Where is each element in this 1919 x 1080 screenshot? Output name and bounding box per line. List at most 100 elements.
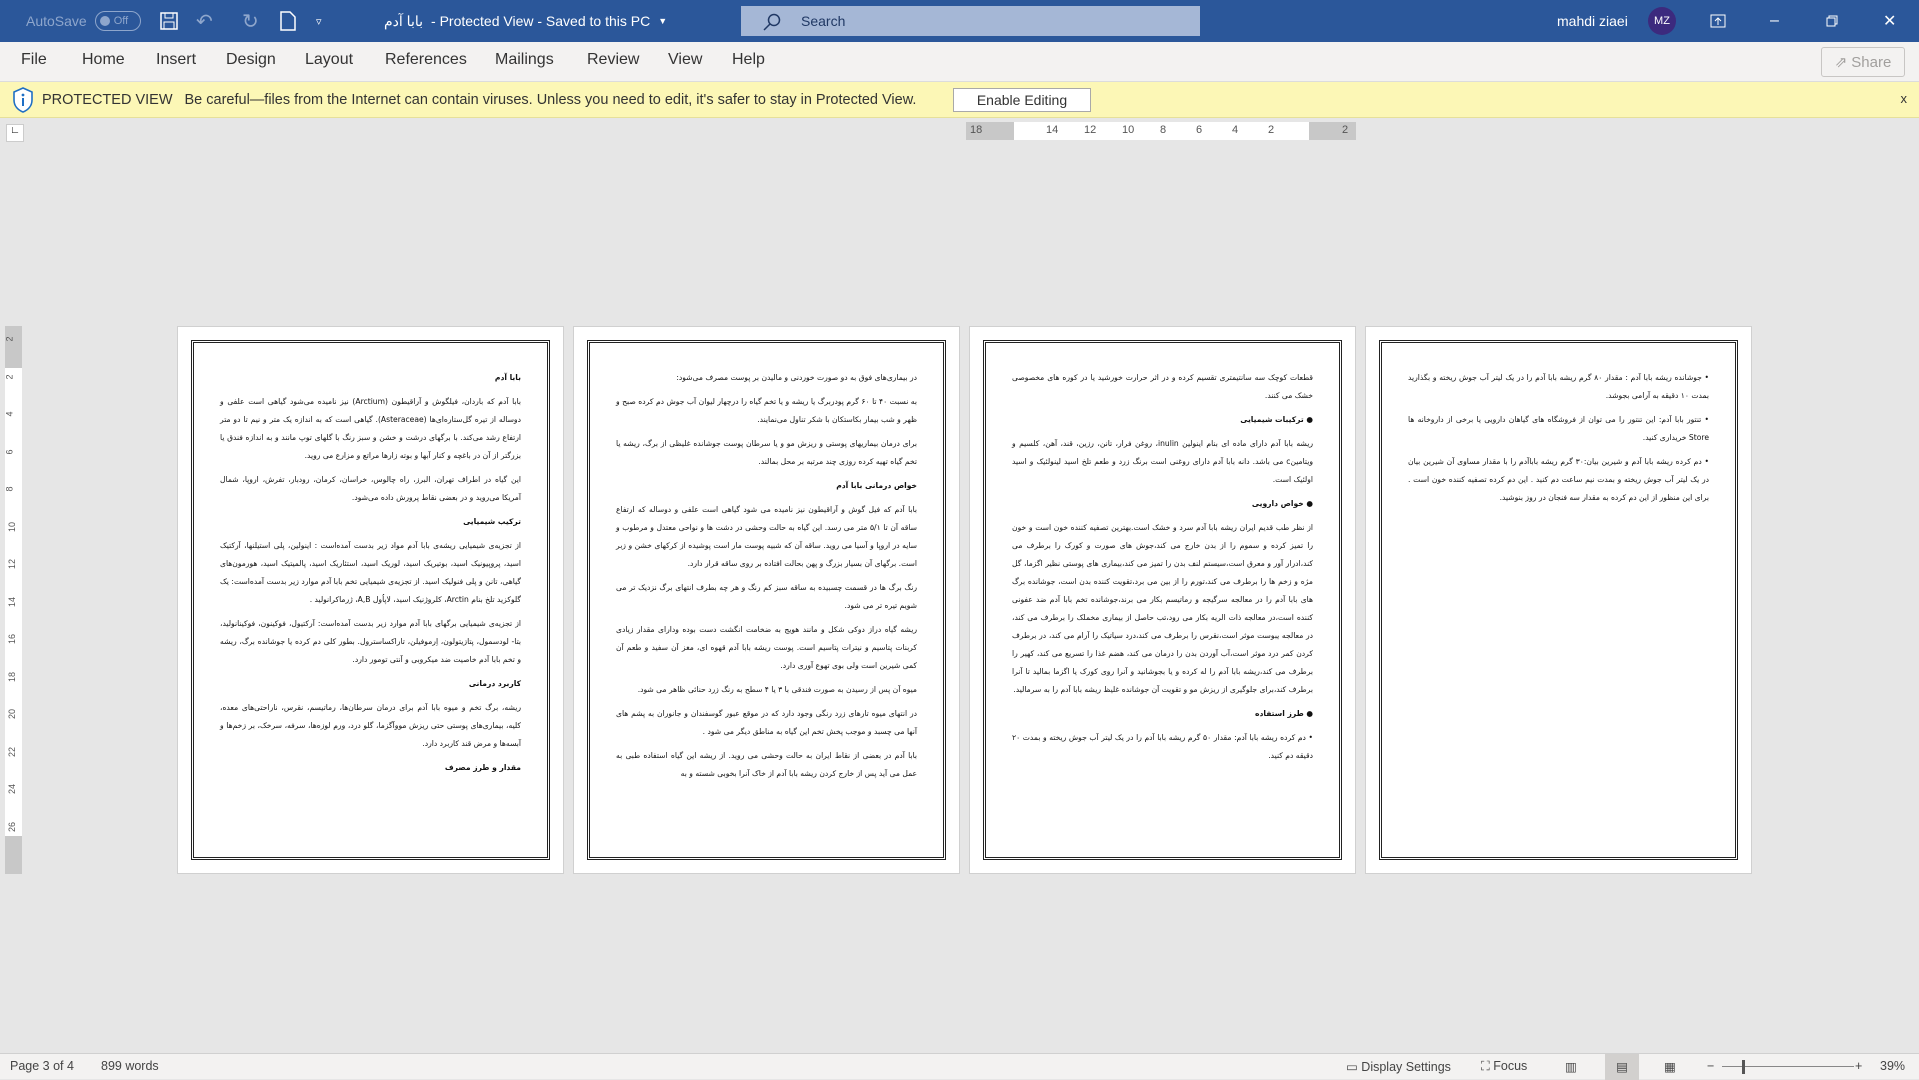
share-button[interactable]: ⇗ Share <box>1821 47 1905 77</box>
paragraph: از نظر طب قدیم ایران ریشه بابا آدم سرد و… <box>1012 523 1313 694</box>
tab-design[interactable]: Design <box>226 51 276 69</box>
ruler-tick: 14 <box>1046 124 1059 136</box>
focus-label: Focus <box>1493 1059 1528 1073</box>
section-heading: ● طرز استفاده <box>1254 709 1313 718</box>
ruler-tick: 2 <box>4 373 15 380</box>
avatar[interactable]: MZ <box>1648 7 1676 35</box>
user-name[interactable]: mahdi ziaei <box>1557 0 1628 42</box>
ruler-tick: 18 <box>970 124 983 136</box>
section-heading: کاربرد درمانی <box>468 679 521 688</box>
document-title[interactable]: بابا آدم - Protected View - Saved to this… <box>384 0 667 42</box>
display-settings-label: Display Settings <box>1361 1060 1451 1074</box>
paragraph: برای درمان بیماریهای پوستی و ریزش مو و ی… <box>616 439 917 466</box>
ruler-tick: 22 <box>7 746 18 757</box>
tab-selector[interactable]: ∟ <box>6 124 24 142</box>
title-bar: AutoSave Off ↶ ↻ ▿ بابا آدم - Protected Vi… <box>0 0 1919 42</box>
protected-view-bar: PROTECTED VIEW Be careful—files from the… <box>0 82 1919 118</box>
autosave-toggle[interactable]: AutoSave Off <box>26 0 141 42</box>
ruler-tick: 6 <box>4 448 15 455</box>
paragraph: از تجزیه‌ی شیمیایی برگهای بابا آدم موارد… <box>220 619 521 664</box>
tab-mailings[interactable]: Mailings <box>495 51 554 69</box>
minimize-icon[interactable]: – <box>1770 0 1779 42</box>
zoom-in-button[interactable]: + <box>1855 1059 1862 1073</box>
enable-editing-button[interactable]: Enable Editing <box>953 88 1091 112</box>
tab-file[interactable]: File <box>21 51 47 69</box>
ruler-tick: 2 <box>1268 124 1275 136</box>
paragraph: ریشه گیاه دراز دوکی شکل و مانند هویج به … <box>616 625 917 670</box>
focus-icon: ⛶ <box>1481 1059 1494 1073</box>
paragraph: در بیماری‌های فوق به دو صورت خوردنی و ما… <box>676 373 917 382</box>
save-icon[interactable] <box>160 0 178 42</box>
tab-layout[interactable]: Layout <box>305 51 353 69</box>
ruler-tick: 8 <box>4 486 15 492</box>
ruler-tick: 18 <box>7 671 18 682</box>
autosave-switch[interactable]: Off <box>94 11 141 31</box>
display-settings-button[interactable]: ▭ Display Settings <box>1346 1059 1451 1074</box>
page-count[interactable]: Page 3 of 4 <box>10 1059 74 1073</box>
page-content: قطعات کوچک سه سانتیمتری تقسیم کرده و در … <box>1012 369 1313 771</box>
new-document-icon[interactable] <box>280 0 296 42</box>
status-bar: Page 3 of 4 899 words ▭ Display Settings… <box>0 1053 1919 1080</box>
read-mode-icon[interactable]: ▥ <box>1565 1059 1577 1074</box>
tab-review[interactable]: Review <box>587 51 639 69</box>
word-count[interactable]: 899 words <box>101 1059 159 1073</box>
paragraph: • دم کرده ریشه بابا آدم: مقدار ۵۰ گرم ری… <box>1012 733 1314 760</box>
ruler-tick: 8 <box>1160 124 1167 136</box>
page-2: در بیماری‌های فوق به دو صورت خوردنی و ما… <box>573 326 960 874</box>
print-layout-icon[interactable]: ▤ <box>1605 1054 1639 1080</box>
paragraph: از تجزیه‌ی شیمیایی ریشه‌ی بابا آدم مواد … <box>220 541 521 604</box>
tab-insert[interactable]: Insert <box>156 51 196 69</box>
ruler-tick: 12 <box>1084 124 1097 136</box>
page-4: • جوشانده ریشه بابا آدم : مقدار ۸۰ گرم ر… <box>1365 326 1752 874</box>
ruler-tick: 10 <box>1122 124 1135 136</box>
vertical-ruler[interactable]: 2 2 4 6 8 10 12 14 16 18 20 22 24 26 <box>5 326 22 874</box>
section-heading: مقدار و طرز مصرف <box>444 763 521 772</box>
search-icon <box>763 13 781 31</box>
chevron-down-icon: ▼ <box>658 16 668 26</box>
ribbon-display-options-icon[interactable] <box>1710 0 1726 42</box>
ruler-tick: 4 <box>4 411 15 417</box>
zoom-slider-thumb[interactable] <box>1742 1060 1745 1074</box>
paragraph: ریشه، برگ تخم و میوه بابا آدم برای درمان… <box>220 703 521 748</box>
document-name: بابا آدم <box>384 12 424 29</box>
ruler-tick: 2 <box>4 336 15 342</box>
section-heading: بابا آدم <box>494 373 521 382</box>
paragraph: میوه آن پس از رسیدن به صورت فندقی با ۳ ی… <box>637 685 917 694</box>
paragraph: بابا آدم که فیل گوش و آراقیطون نیز نامید… <box>616 505 917 568</box>
share-label: Share <box>1851 53 1892 71</box>
horizontal-ruler[interactable]: 18 14 12 10 8 6 4 2 2 <box>966 122 1356 140</box>
ruler-tick: 16 <box>7 633 18 645</box>
close-bar-icon[interactable]: x <box>1901 91 1908 106</box>
paragraph: قطعات کوچک سه سانتیمتری تقسیم کرده و در … <box>1012 373 1313 400</box>
paragraph: در انتهای میوه تارهای زرد رنگی وجود دارد… <box>616 709 917 736</box>
zoom-out-button[interactable]: − <box>1707 1059 1714 1073</box>
customize-toolbar-icon[interactable]: ▿ <box>316 0 322 42</box>
tab-help[interactable]: Help <box>732 51 765 69</box>
zoom-level[interactable]: 39% <box>1880 1059 1905 1073</box>
tab-view[interactable]: View <box>668 51 702 69</box>
protected-view-message: Be careful—files from the Internet can c… <box>184 91 917 108</box>
ruler-tick: 24 <box>7 783 18 795</box>
ruler-tick: 12 <box>7 558 18 570</box>
search-placeholder: Search <box>801 13 846 29</box>
page-3: قطعات کوچک سه سانتیمتری تقسیم کرده و در … <box>969 326 1356 874</box>
ruler-tick: 2 <box>1342 124 1349 136</box>
focus-button[interactable]: ⛶ Focus <box>1481 1059 1527 1074</box>
ruler-tick: 26 <box>7 821 18 832</box>
redo-icon[interactable]: ↻ <box>242 0 259 42</box>
section-heading: خواص درمانی بابا آدم <box>836 481 917 490</box>
paragraph: • جوشانده ریشه بابا آدم : مقدار ۸۰ گرم ر… <box>1408 373 1709 400</box>
share-icon: ⇗ <box>1834 54 1848 71</box>
search-box[interactable]: Search <box>741 6 1200 36</box>
restore-icon[interactable] <box>1826 0 1838 42</box>
tab-home[interactable]: Home <box>82 51 125 69</box>
undo-icon[interactable]: ↶ <box>196 0 213 42</box>
document-status: - Protected View - Saved to this PC <box>431 13 651 29</box>
section-heading: ● ترکیبات شیمیایی <box>1240 415 1313 424</box>
tab-references[interactable]: References <box>385 51 467 69</box>
paragraph: بابا آدم در بعضی از نقاط ایران به حالت و… <box>616 751 917 778</box>
web-layout-icon[interactable]: ▦ <box>1664 1059 1676 1074</box>
ruler-tick: 6 <box>1196 124 1203 136</box>
close-icon[interactable]: ✕ <box>1883 0 1896 42</box>
paragraph: این گیاه در اطراف تهران، البرز، راه چالو… <box>220 475 521 502</box>
